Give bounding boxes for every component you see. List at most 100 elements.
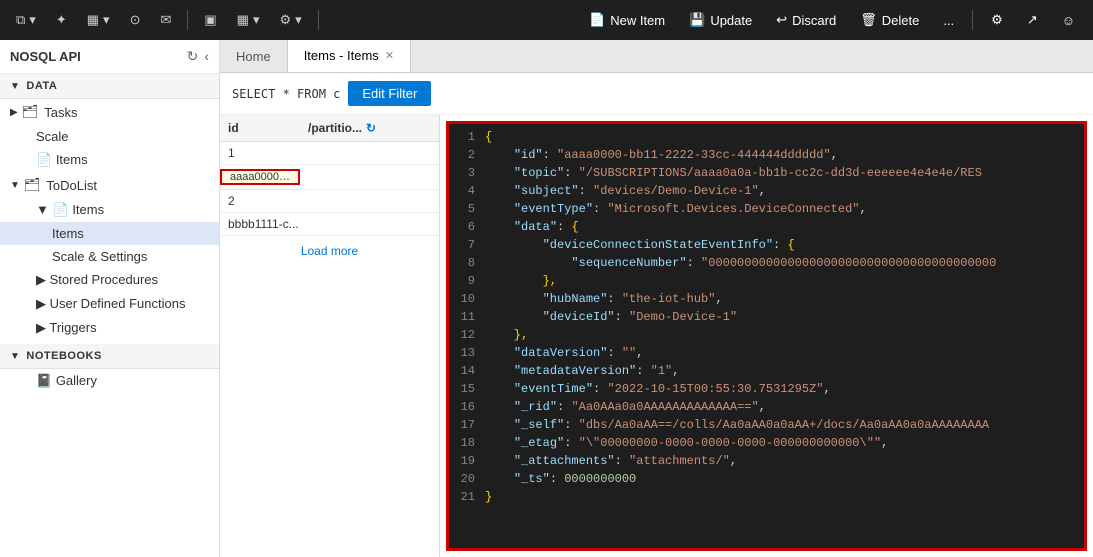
row-2-partition (300, 194, 439, 208)
data-area: id /partitio... ↻ 1 aaaa0000-b... (220, 115, 1093, 557)
gear-right-button[interactable]: ⚙ (981, 8, 1013, 32)
update-icon: 💾 (689, 12, 705, 28)
main-area: NOSQL API ↻ ‹ ▼ DATA ▶ 🗂 Tasks Scale 📄 I… (0, 40, 1093, 557)
tasks-items-icon: 📄 (36, 152, 52, 167)
sidebar-item-stored-procedures[interactable]: ▶ Stored Procedures (0, 268, 219, 292)
json-line-12: 12 }, (449, 326, 1084, 344)
table-row[interactable]: aaaa0000-b... (220, 165, 439, 190)
new-item-button[interactable]: 📄 New Item (579, 8, 675, 32)
update-button[interactable]: 💾 Update (679, 8, 762, 32)
json-line-15: 15 "eventTime": "2022-10-15T00:55:30.753… (449, 380, 1084, 398)
sidebar-notebooks-section[interactable]: ▼ NOTEBOOKS (0, 344, 219, 369)
filter-bar: SELECT * FROM c Edit Filter (220, 73, 1093, 115)
data-section-chevron: ▼ (10, 81, 20, 92)
sidebar-data-section[interactable]: ▼ DATA (0, 74, 219, 99)
mail-button[interactable]: ✉ (152, 8, 179, 32)
json-line-19: 19 "_attachments": "attachments/", (449, 452, 1084, 470)
more-button[interactable]: ... (933, 9, 964, 32)
layout-button[interactable]: ▦ ▾ (79, 8, 118, 32)
sidebar-item-gallery[interactable]: 📓 Gallery (0, 369, 219, 393)
todolist-items-icon: 📄 (53, 202, 69, 217)
sidebar-item-triggers[interactable]: ▶ Triggers (0, 316, 219, 340)
refresh-table-icon[interactable]: ↻ (366, 121, 376, 135)
json-line-18: 18 "_etag": "\"00000000-0000-0000-0000-0… (449, 434, 1084, 452)
settings-icon: ▣ (204, 12, 216, 28)
json-line-17: 17 "_self": "dbs/Aa0aAA==/colls/Aa0aAA0a… (449, 416, 1084, 434)
toolbar-sep-1 (187, 10, 188, 30)
settings-left-button[interactable]: ▣ (196, 8, 224, 32)
load-more-button[interactable]: Load more (220, 236, 439, 266)
tab-close-icon[interactable]: ✕ (385, 49, 394, 62)
layout2-button[interactable]: ▦ ▾ (229, 8, 268, 32)
tabs-bar: Home Items - Items ✕ (220, 40, 1093, 73)
delete-button[interactable]: 🗑 Delete (850, 8, 929, 32)
json-content: 1 { 2 "id": "aaaa0000-bb11-2222-33cc-444… (449, 124, 1084, 548)
sidebar-item-scale-settings[interactable]: Scale & Settings (0, 245, 219, 268)
discard-button[interactable]: ↩ Discard (766, 8, 846, 32)
collapse-icon[interactable]: ‹ (204, 48, 209, 65)
table-header: id /partitio... ↻ (220, 115, 439, 142)
json-line-2: 2 "id": "aaaa0000-bb11-2222-33cc-444444d… (449, 146, 1084, 164)
sidebar-item-udf[interactable]: ▶ User Defined Functions (0, 292, 219, 316)
row-3-id: bbbb1111-c... (220, 217, 330, 231)
gear-left-button[interactable]: ⚙ ▾ (272, 8, 310, 32)
table-row[interactable]: bbbb1111-c... (220, 213, 439, 236)
table-panel: id /partitio... ↻ 1 aaaa0000-b... (220, 115, 440, 557)
delete-icon: 🗑 (860, 12, 877, 28)
json-line-11: 11 "deviceId": "Demo-Device-1" (449, 308, 1084, 326)
sidebar-item-todolist-items-sub[interactable]: Items (0, 222, 219, 245)
layout2-chevron: ▾ (253, 12, 260, 28)
face-button[interactable]: ☺ (1052, 9, 1085, 32)
json-line-1: 1 { (449, 128, 1084, 146)
sidebar-header: NOSQL API ↻ ‹ (0, 40, 219, 74)
sidebar-title: NOSQL API (10, 49, 81, 64)
toolbar-sep-2 (318, 10, 319, 30)
todolist-icon: 🗂 (24, 177, 41, 193)
json-line-6: 6 "data": { (449, 218, 1084, 236)
github-button[interactable]: ⊙ (122, 8, 149, 32)
json-line-13: 13 "dataVersion": "", (449, 344, 1084, 362)
copy-icon-chevron: ▾ (29, 12, 36, 28)
content-area: Home Items - Items ✕ SELECT * FROM c Edi… (220, 40, 1093, 557)
row-1-partition (300, 146, 439, 160)
sp-chevron: ▶ (36, 272, 46, 287)
layout2-icon: ▦ (237, 12, 249, 28)
tab-home[interactable]: Home (220, 40, 288, 72)
gear-right-icon: ⚙ (991, 12, 1003, 28)
udf-chevron: ▶ (36, 296, 46, 311)
sidebar-item-tasks[interactable]: ▶ 🗂 Tasks (0, 99, 219, 125)
json-line-5: 5 "eventType": "Microsoft.Devices.Device… (449, 200, 1084, 218)
row-1-id: 1 (220, 146, 300, 160)
json-line-21: 21 } (449, 488, 1084, 506)
star-button[interactable]: ✦ (48, 8, 75, 32)
sidebar-header-icons: ↻ ‹ (187, 48, 209, 65)
json-line-8: 8 "sequenceNumber": "0000000000000000000… (449, 254, 1084, 272)
sidebar-item-todolist[interactable]: ▼ 🗂 ToDoList (0, 172, 219, 198)
triggers-chevron: ▶ (36, 320, 46, 335)
sidebar-item-todolist-items[interactable]: ▼ 📄 Items (0, 198, 219, 222)
todolist-items-chevron: ▼ (36, 202, 49, 217)
discard-icon: ↩ (776, 12, 787, 28)
json-line-3: 3 "topic": "/SUBSCRIPTIONS/aaaa0a0a-bb1b… (449, 164, 1084, 182)
gallery-icon: 📓 (36, 373, 52, 388)
notebooks-chevron: ▼ (10, 351, 20, 362)
github-icon: ⊙ (130, 12, 141, 28)
edit-filter-button[interactable]: Edit Filter (348, 81, 431, 106)
filter-sql-text: SELECT * FROM c (232, 87, 340, 101)
table-row[interactable]: 2 (220, 190, 439, 213)
star-icon: ✦ (56, 12, 67, 28)
json-line-20: 20 "_ts": 0000000000 (449, 470, 1084, 488)
todolist-chevron: ▼ (10, 180, 20, 191)
copy-button[interactable]: ⧉ ▾ (8, 8, 44, 32)
table-row[interactable]: 1 (220, 142, 439, 165)
sidebar-item-tasks-items[interactable]: 📄 Items (0, 148, 219, 172)
share-icon: ↗ (1027, 12, 1038, 28)
share-button[interactable]: ↗ (1017, 8, 1048, 32)
json-line-4: 4 "subject": "devices/Demo-Device-1", (449, 182, 1084, 200)
refresh-icon[interactable]: ↻ (187, 48, 199, 65)
json-line-16: 16 "_rid": "Aa0AAa0a0AAAAAAAAAAAAA==", (449, 398, 1084, 416)
selected-row-id: aaaa0000-b... (220, 169, 300, 185)
tab-items[interactable]: Items - Items ✕ (288, 40, 411, 72)
sidebar-item-tasks-scale[interactable]: Scale (0, 125, 219, 148)
json-line-14: 14 "metadataVersion": "1", (449, 362, 1084, 380)
